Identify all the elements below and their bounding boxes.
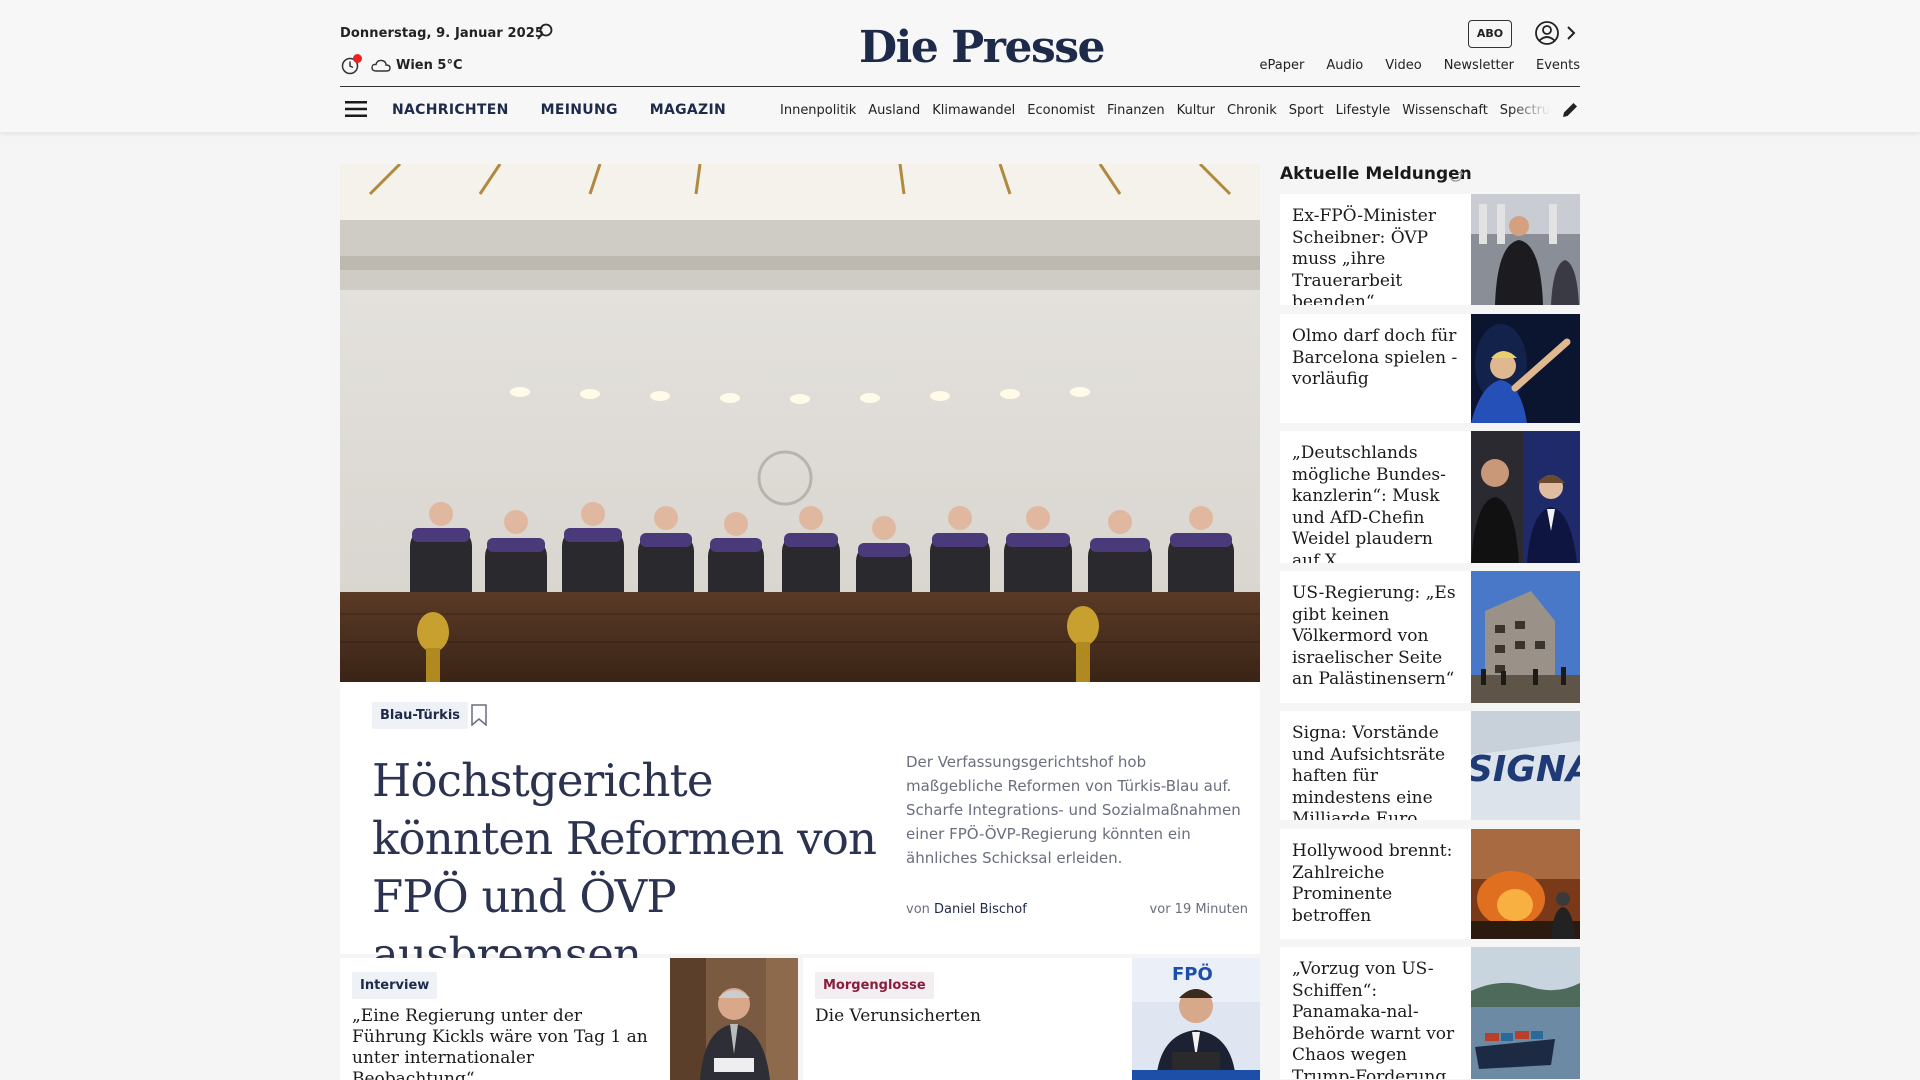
sidebar-item-image[interactable] — [1471, 194, 1580, 305]
sidebar-item-title[interactable]: „Vorzug von US-Schiffen“: Panamaka-nal-B… — [1292, 959, 1464, 1079]
site-header: Donnerstag, 9. Januar 2025 Wien 5°C Die … — [0, 0, 1920, 132]
card-morgenglosse-image[interactable]: FPÖ — [1132, 958, 1260, 1080]
header-divider — [340, 86, 1580, 87]
notification-dot — [353, 54, 362, 63]
sidebar-item-title[interactable]: Signa: Vorstände und Aufsichtsräte hafte… — [1292, 723, 1464, 820]
toplink-video[interactable]: Video — [1385, 58, 1421, 73]
card-interview-tag[interactable]: Interview — [352, 972, 438, 999]
sidebar-item-us-regierung[interactable]: US-Regierung: „Es gibt keinen Völkermord… — [1280, 571, 1580, 703]
sidebar-item-image[interactable] — [1471, 314, 1580, 423]
card-morgenglosse[interactable]: Morgenglosse Die Verunsicherten FPÖ — [803, 958, 1260, 1080]
header-inner: Donnerstag, 9. Januar 2025 Wien 5°C Die … — [340, 0, 1580, 132]
hero-tag[interactable]: Blau-Türkis — [372, 702, 469, 729]
sidebar-heading[interactable]: Aktuelle Meldungen — [1280, 164, 1472, 184]
sidebar-item-title[interactable]: Hollywood brennt: Zahlreiche Prominente … — [1292, 841, 1464, 927]
weather-text[interactable]: Wien 5°C — [396, 58, 462, 73]
sidebar-item-olmo[interactable]: Olmo darf doch für Barcelona spielen - v… — [1280, 314, 1580, 423]
sidebar-item-image[interactable] — [1471, 829, 1580, 939]
sidebar-item-image[interactable]: SIGNA — [1471, 711, 1580, 820]
signa-sign-text: SIGNA — [1471, 749, 1580, 790]
subnav-ausland[interactable]: Ausland — [868, 103, 920, 118]
nav-meinung[interactable]: MEINUNG — [541, 102, 618, 118]
subnav-innenpolitik[interactable]: Innenpolitik — [780, 103, 856, 118]
hero-byline: von Daniel Bischof — [906, 902, 1027, 917]
sidebar-item-signa[interactable]: Signa: Vorstände und Aufsichtsräte hafte… — [1280, 711, 1580, 820]
user-icon[interactable] — [1533, 19, 1561, 47]
sidebar-item-hollywood[interactable]: Hollywood brennt: Zahlreiche Prominente … — [1280, 829, 1580, 939]
fpoe-sign-text: FPÖ — [1172, 963, 1213, 985]
pencil-icon[interactable] — [1560, 100, 1580, 120]
subnav-kultur[interactable]: Kultur — [1177, 103, 1215, 118]
site-logo[interactable]: Die Presse — [859, 22, 1105, 73]
menu-icon[interactable] — [345, 100, 367, 118]
refresh-icon[interactable] — [1448, 168, 1464, 184]
byline-prefix: von — [906, 902, 930, 917]
court-photo — [340, 164, 1260, 682]
subnav-finanzen[interactable]: Finanzen — [1107, 103, 1165, 118]
bookmark-icon[interactable] — [470, 704, 488, 726]
sidebar-item-musk-weidel[interactable]: „Deutschlands mögliche Bundes-kanzlerin“… — [1280, 431, 1580, 563]
cloud-icon — [371, 59, 391, 72]
card-morgenglosse-title[interactable]: Die Verunsicherten — [815, 1006, 1115, 1027]
hero-image[interactable] — [340, 164, 1260, 682]
card-interview-title[interactable]: „Eine Regierung unter der Führung Kickls… — [352, 1006, 652, 1080]
sub-nav: Innenpolitik Ausland Klimawandel Economi… — [780, 103, 1550, 118]
toplink-epaper[interactable]: ePaper — [1259, 58, 1304, 73]
sidebar-item-title[interactable]: US-Regierung: „Es gibt keinen Völkermord… — [1292, 583, 1464, 691]
nav-nachrichten[interactable]: NACHRICHTEN — [392, 102, 509, 118]
sidebar-item-image[interactable] — [1471, 947, 1580, 1079]
sidebar-item-image[interactable] — [1471, 571, 1580, 703]
hero-time: vor 19 Minuten — [1149, 902, 1248, 917]
current-date: Donnerstag, 9. Januar 2025 — [340, 26, 545, 41]
sidebar-item-title[interactable]: Olmo darf doch für Barcelona spielen - v… — [1292, 326, 1464, 391]
subnav-chronik[interactable]: Chronik — [1227, 103, 1277, 118]
abo-button[interactable]: ABO — [1468, 20, 1512, 48]
toplink-newsletter[interactable]: Newsletter — [1444, 58, 1514, 73]
top-links: ePaper Audio Video Newsletter Events — [1259, 58, 1580, 73]
card-interview[interactable]: Interview „Eine Regierung unter der Führ… — [340, 958, 798, 1080]
toplink-audio[interactable]: Audio — [1326, 58, 1363, 73]
search-icon[interactable] — [535, 22, 555, 42]
subnav-fade — [1510, 96, 1550, 126]
subnav-economist[interactable]: Economist — [1027, 103, 1095, 118]
subnav-klimawandel[interactable]: Klimawandel — [932, 103, 1015, 118]
card-interview-image[interactable] — [670, 958, 798, 1080]
main-nav: NACHRICHTEN MEINUNG MAGAZIN — [392, 102, 726, 118]
hero-title[interactable]: Höchstgerichte könnten Reformen von FPÖ … — [372, 752, 882, 984]
card-morgenglosse-tag[interactable]: Morgenglosse — [815, 972, 934, 999]
sidebar-item-panama[interactable]: „Vorzug von US-Schiffen“: Panamaka-nal-B… — [1280, 947, 1580, 1079]
subnav-sport[interactable]: Sport — [1289, 103, 1324, 118]
hero-article[interactable]: Blau-Türkis Höchstgerichte könnten Refor… — [340, 682, 1260, 981]
chevron-right-icon[interactable] — [1564, 24, 1578, 42]
author-link[interactable]: Daniel Bischof — [934, 902, 1027, 917]
sidebar-item-scheibner[interactable]: Ex-FPÖ-Minister Scheibner: ÖVP muss „ihr… — [1280, 194, 1580, 305]
subnav-wissenschaft[interactable]: Wissenschaft — [1402, 103, 1488, 118]
sidebar-item-title[interactable]: „Deutschlands mögliche Bundes-kanzlerin“… — [1292, 443, 1464, 563]
toplink-events[interactable]: Events — [1536, 58, 1580, 73]
sidebar-item-image[interactable] — [1471, 431, 1580, 563]
nav-magazin[interactable]: MAGAZIN — [650, 102, 726, 118]
subnav-lifestyle[interactable]: Lifestyle — [1336, 103, 1391, 118]
sidebar-item-title[interactable]: Ex-FPÖ-Minister Scheibner: ÖVP muss „ihr… — [1292, 206, 1464, 305]
hero-teaser: Der Verfassungsgerichtshof hob maßgeblic… — [906, 753, 1241, 867]
